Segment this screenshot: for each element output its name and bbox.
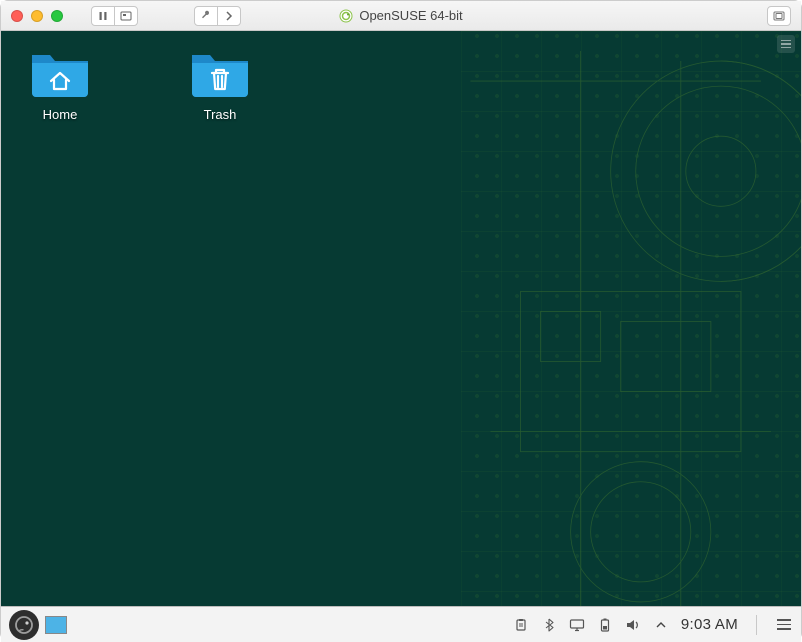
chevron-right-icon	[225, 11, 233, 21]
fullscreen-icon	[773, 11, 785, 21]
vm-desktop[interactable]: Home Trash	[1, 31, 801, 642]
tray-display[interactable]	[569, 617, 585, 633]
volume-icon	[625, 618, 641, 632]
clipboard-icon	[514, 618, 528, 632]
pause-button[interactable]	[91, 6, 115, 26]
trash-folder-icon	[188, 45, 252, 101]
taskbar: 9:03 AM	[1, 606, 801, 642]
window-controls	[11, 10, 63, 22]
battery-icon	[599, 617, 611, 633]
tray-menu[interactable]	[775, 619, 793, 630]
workspace-pager[interactable]	[45, 616, 67, 634]
home-folder-icon	[28, 45, 92, 101]
desktop-icon-trash[interactable]: Trash	[175, 45, 265, 122]
close-button[interactable]	[11, 10, 23, 22]
window-title: OpenSUSE 64-bit	[359, 8, 462, 23]
tray-bluetooth[interactable]	[541, 617, 557, 633]
opensuse-icon	[339, 9, 353, 23]
settings-button[interactable]	[194, 6, 218, 26]
tray-separator	[756, 615, 757, 635]
start-menu-button[interactable]	[9, 610, 39, 640]
tray-volume[interactable]	[625, 617, 641, 633]
fullscreen-button[interactable]	[767, 6, 791, 26]
next-button[interactable]	[217, 6, 241, 26]
desktop-icon-label: Trash	[204, 107, 237, 122]
bluetooth-icon	[542, 618, 556, 632]
vm-control-group	[85, 6, 138, 26]
system-tray: 9:03 AM	[513, 615, 793, 635]
panel-handle[interactable]	[777, 35, 795, 53]
chevron-up-icon	[656, 621, 666, 629]
tray-clock[interactable]: 9:03 AM	[681, 616, 738, 633]
pause-icon	[98, 11, 108, 21]
opensuse-logo-icon	[13, 614, 35, 636]
display-icon	[569, 618, 585, 632]
wallpaper-pattern	[461, 31, 801, 642]
tray-clipboard[interactable]	[513, 617, 529, 633]
tray-expand[interactable]	[653, 617, 669, 633]
tray-battery[interactable]	[597, 617, 613, 633]
vm-nav-group	[188, 6, 241, 26]
zoom-button[interactable]	[51, 10, 63, 22]
snapshot-button[interactable]	[114, 6, 138, 26]
desktop-icon-home[interactable]: Home	[15, 45, 105, 122]
snapshot-icon	[120, 11, 132, 21]
wrench-icon	[200, 10, 212, 22]
desktop-icon-label: Home	[43, 107, 78, 122]
minimize-button[interactable]	[31, 10, 43, 22]
host-titlebar: OpenSUSE 64-bit	[1, 1, 801, 31]
desktop-icons: Home Trash	[15, 45, 265, 122]
